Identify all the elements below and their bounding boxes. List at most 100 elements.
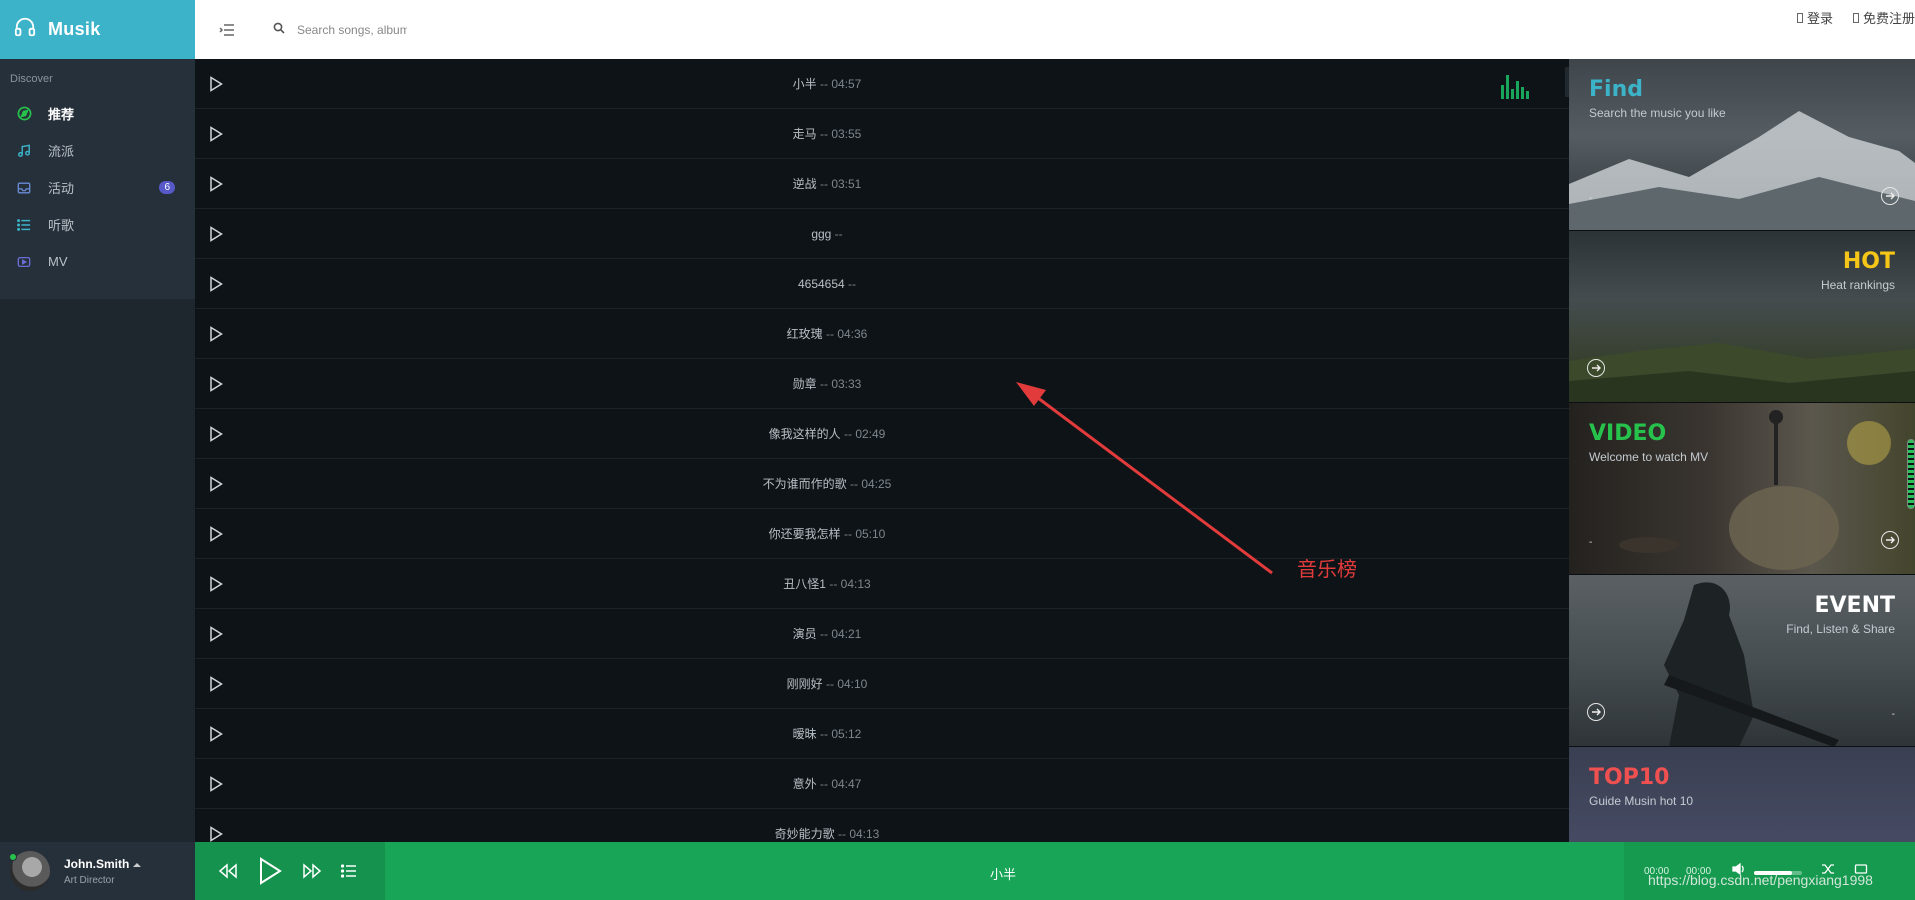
equalizer-icon[interactable] <box>1501 73 1529 99</box>
song-title: 奇妙能力歌 <box>774 827 835 841</box>
playlist-icon[interactable] <box>341 864 357 878</box>
song-row[interactable]: ggg -- <box>195 209 1569 259</box>
search-input[interactable] <box>297 22 407 37</box>
register-label: 免费注册 <box>1862 11 1915 26</box>
card-video[interactable]: VIDEO Welcome to watch MV - <box>1569 403 1915 575</box>
song-separator: -- <box>825 577 841 591</box>
equalizer-bar <box>1526 91 1529 99</box>
card-tick: - <box>1589 537 1593 548</box>
song-label[interactable]: ggg -- <box>195 227 1569 241</box>
login-link[interactable]: 登录 <box>1796 8 1833 27</box>
song-label[interactable]: 逆战 -- 03:51 <box>195 175 1569 192</box>
song-label[interactable]: 演员 -- 04:21 <box>195 625 1569 642</box>
equalizer-bar <box>1511 89 1514 99</box>
menu-toggle-icon[interactable] <box>215 18 239 42</box>
card-hot[interactable]: HOT Heat rankings <box>1569 231 1915 403</box>
song-label[interactable]: 走马 -- 03:55 <box>195 125 1569 142</box>
fast-forward-icon[interactable] <box>301 863 323 879</box>
song-row[interactable]: 逆战 -- 03:51 <box>195 159 1569 209</box>
play-outline-icon[interactable] <box>209 476 225 492</box>
song-duration: 02:49 <box>855 427 886 441</box>
play-outline-icon[interactable] <box>209 76 225 92</box>
song-row[interactable]: 意外 -- 04:47 <box>195 759 1569 809</box>
card-top10[interactable]: TOP10 Guide Musin hot 10 <box>1569 747 1915 842</box>
sidebar-item-listen[interactable]: 听歌 <box>0 206 195 243</box>
song-row[interactable]: 小半 -- 04:57 <box>195 59 1569 109</box>
song-row[interactable]: 丑八怪1 -- 04:13 <box>195 559 1569 609</box>
song-label[interactable]: 像我这样的人 -- 02:49 <box>195 425 1569 442</box>
user-info: John.Smith Art Director <box>64 857 142 886</box>
register-link[interactable]: 免费注册 <box>1852 8 1915 27</box>
song-row[interactable]: 像我这样的人 -- 02:49 <box>195 409 1569 459</box>
song-label[interactable]: 丑八怪1 -- 04:13 <box>195 575 1569 592</box>
card-subtitle: Search the music you like <box>1589 106 1726 120</box>
song-row[interactable]: 勋章 -- 03:33 <box>195 359 1569 409</box>
song-separator: -- <box>816 377 832 391</box>
sidebar-item-genre[interactable]: 流派 <box>0 132 195 169</box>
song-row[interactable]: 4654654 -- <box>195 259 1569 309</box>
brand[interactable]: Musik <box>0 0 195 59</box>
song-title: 意外 <box>792 777 817 791</box>
song-label[interactable]: 暧昧 -- 05:12 <box>195 725 1569 742</box>
sidebar-item-mv[interactable]: MV <box>0 243 195 280</box>
song-row[interactable]: 你还要我怎样 -- 05:10 <box>195 509 1569 559</box>
song-separator: -- <box>840 527 856 541</box>
arrow-right-circle-icon[interactable] <box>1587 359 1605 377</box>
arrow-right-circle-icon[interactable] <box>1881 531 1899 549</box>
song-separator: -- <box>816 627 832 641</box>
register-icon <box>1852 12 1859 23</box>
song-duration: 04:21 <box>831 627 862 641</box>
song-row[interactable]: 奇妙能力歌 -- 04:13 <box>195 809 1569 842</box>
song-row[interactable]: 红玫瑰 -- 04:36 <box>195 309 1569 359</box>
song-row[interactable]: 刚刚好 -- 04:10 <box>195 659 1569 709</box>
play-outline-icon[interactable] <box>209 676 225 692</box>
inbox-icon <box>16 180 32 196</box>
app-name: Musik <box>48 19 101 39</box>
song-row[interactable]: 演员 -- 04:21 <box>195 609 1569 659</box>
song-separator: -- <box>844 276 857 291</box>
song-label[interactable]: 意外 -- 04:47 <box>195 775 1569 792</box>
play-outline-icon[interactable] <box>209 126 225 142</box>
play-outline-icon[interactable] <box>209 376 225 392</box>
song-label[interactable]: 小半 -- 04:57 <box>195 75 1569 92</box>
play-outline-icon[interactable] <box>209 526 225 542</box>
play-outline-icon[interactable] <box>209 576 225 592</box>
song-label[interactable]: 勋章 -- 03:33 <box>195 375 1569 392</box>
card-subtitle: Guide Musin hot 10 <box>1589 794 1694 808</box>
arrow-right-circle-icon[interactable] <box>1587 703 1605 721</box>
song-row[interactable]: 暧昧 -- 05:12 <box>195 709 1569 759</box>
song-title: 演员 <box>792 627 817 641</box>
song-title: ggg <box>811 226 832 241</box>
arrow-right-circle-icon[interactable] <box>1881 187 1899 205</box>
play-icon[interactable] <box>257 857 283 885</box>
play-outline-icon[interactable] <box>209 826 225 842</box>
sidebar-item-recommend[interactable]: 推荐 <box>0 95 195 132</box>
search-icon <box>273 21 285 39</box>
play-outline-icon[interactable] <box>209 276 225 292</box>
song-row[interactable]: 不为谁而作的歌 -- 04:25 <box>195 459 1569 509</box>
song-label[interactable]: 4654654 -- <box>195 277 1569 291</box>
song-label[interactable]: 你还要我怎样 -- 05:10 <box>195 525 1569 542</box>
user-panel[interactable]: John.Smith Art Director <box>0 842 195 900</box>
play-outline-icon[interactable] <box>209 176 225 192</box>
song-duration: 04:36 <box>837 327 868 341</box>
play-outline-icon[interactable] <box>209 626 225 642</box>
sidebar-item-events[interactable]: 活动 6 <box>0 169 195 206</box>
song-row[interactable]: 走马 -- 03:55 <box>195 109 1569 159</box>
play-outline-icon[interactable] <box>209 426 225 442</box>
card-title: EVENT <box>1814 593 1895 618</box>
song-label[interactable]: 不为谁而作的歌 -- 04:25 <box>195 475 1569 492</box>
song-label[interactable]: 红玫瑰 -- 04:36 <box>195 325 1569 342</box>
song-title: 勋章 <box>792 377 817 391</box>
song-label[interactable]: 奇妙能力歌 -- 04:13 <box>195 825 1569 842</box>
rewind-icon[interactable] <box>217 863 239 879</box>
card-event[interactable]: EVENT Find, Listen & Share - <box>1569 575 1915 747</box>
play-outline-icon[interactable] <box>209 726 225 742</box>
play-outline-icon[interactable] <box>209 326 225 342</box>
card-find[interactable]: Find Search the music you like - <box>1569 59 1915 231</box>
equalizer-bar <box>1516 81 1519 99</box>
song-label[interactable]: 刚刚好 -- 04:10 <box>195 675 1569 692</box>
sidebar: Discover 推荐 流派 活动 6 听歌 MV <box>0 59 195 842</box>
play-outline-icon[interactable] <box>209 776 225 792</box>
play-outline-icon[interactable] <box>209 226 225 242</box>
